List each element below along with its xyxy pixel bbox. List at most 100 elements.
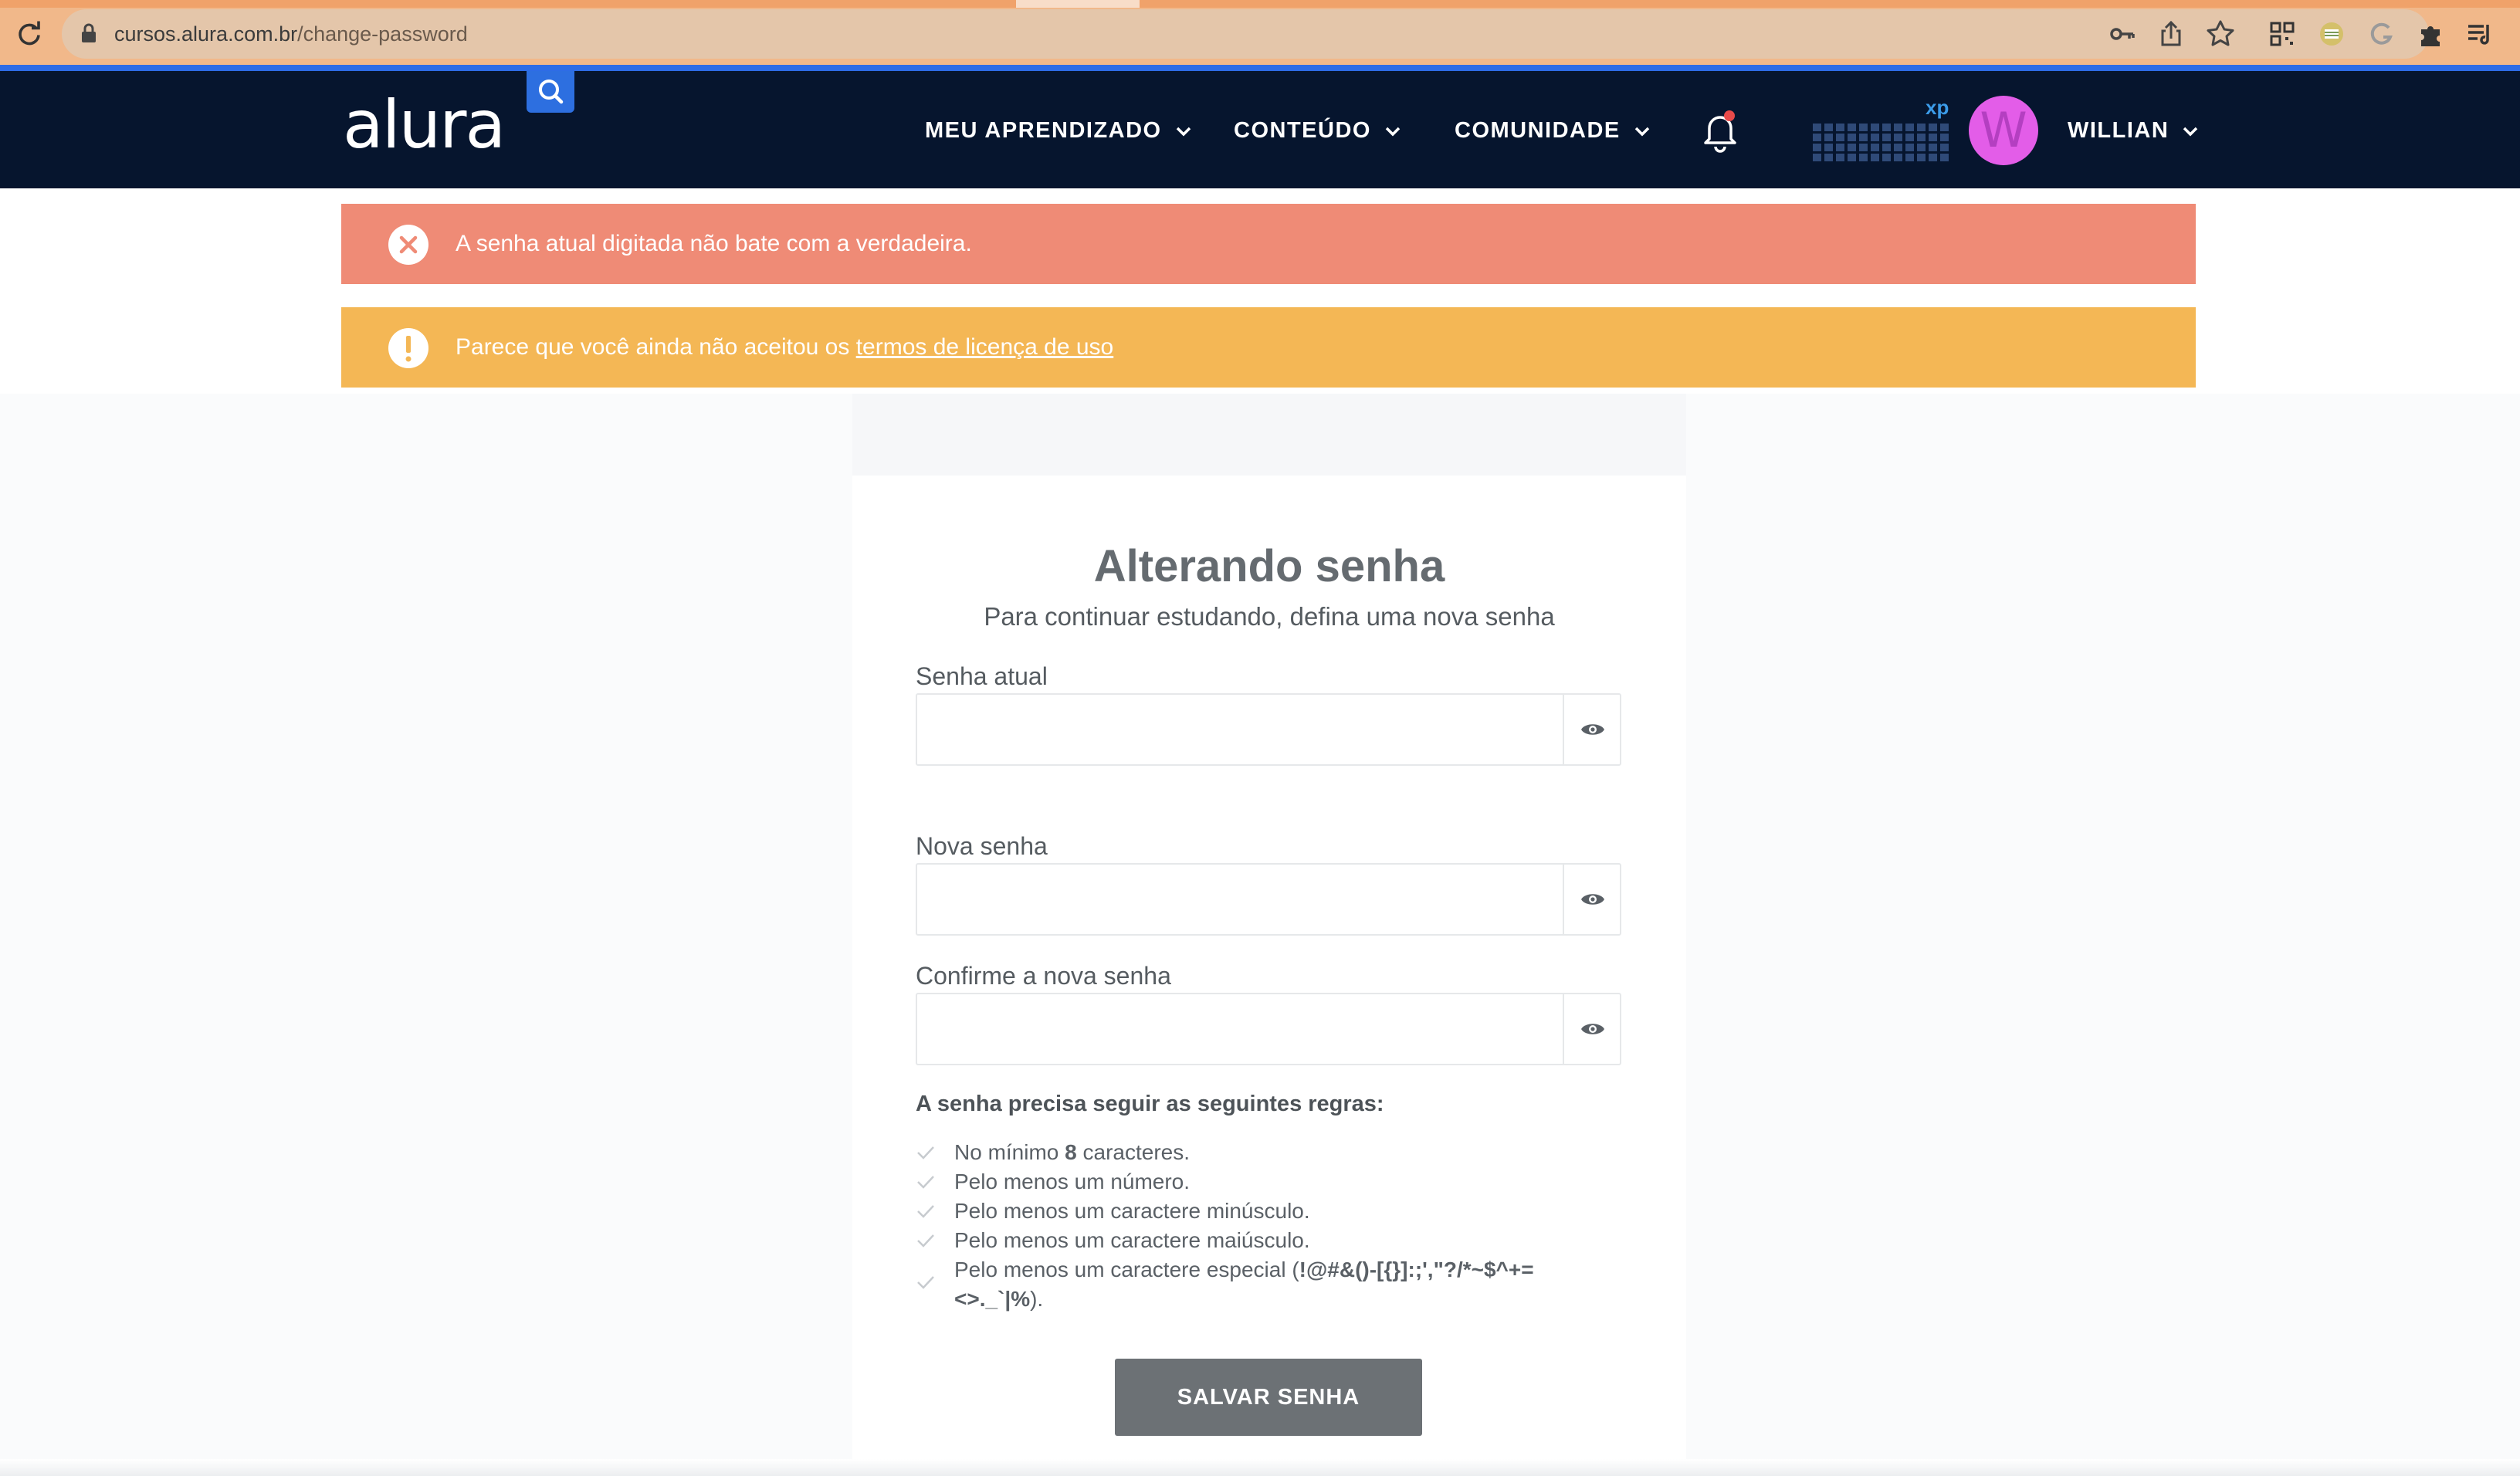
page-background	[0, 394, 852, 1476]
current-password-input[interactable]	[916, 693, 1621, 766]
nav-label: CONTEÚDO	[1234, 118, 1371, 143]
xp-cell	[1871, 134, 1879, 141]
xp-cell	[1813, 144, 1821, 151]
xp-cell	[1824, 154, 1833, 161]
rule-text: Pelo menos um caractere minúsculo.	[954, 1199, 1310, 1223]
xp-cell	[1836, 154, 1844, 161]
page-background	[1686, 394, 2520, 1476]
xp-cell	[1929, 154, 1937, 161]
toggle-current-password-button[interactable]	[1563, 693, 1621, 766]
new-password-input[interactable]	[916, 863, 1621, 936]
password-rules-title: A senha precisa seguir as seguintes regr…	[916, 1092, 1384, 1116]
xp-cell	[1882, 124, 1891, 131]
xp-cell	[1917, 154, 1926, 161]
warning-alert-text: Parece que você ainda não aceitou os ter…	[456, 307, 1113, 388]
confirm-password-input[interactable]	[916, 993, 1621, 1065]
xp-cell	[1871, 144, 1879, 151]
xp-cell	[1836, 134, 1844, 141]
url-text[interactable]: cursos.alura.com.br/change-password	[114, 19, 468, 49]
rule-text: Pelo menos um número.	[954, 1170, 1191, 1193]
eye-icon	[1581, 1024, 1604, 1034]
close-circle-icon	[388, 225, 428, 265]
toggle-new-password-button[interactable]	[1563, 863, 1621, 936]
chevron-down-icon	[1385, 127, 1401, 137]
xp-cell	[1871, 124, 1879, 131]
xp-cell	[1929, 124, 1937, 131]
key-icon[interactable]	[2106, 19, 2137, 49]
error-alert: A senha atual digitada não bate com a ve…	[341, 204, 2196, 284]
xp-cell	[1894, 144, 1902, 151]
rule-special-chars: !@#&()-[{}]:;',"?/*~$^+=	[1299, 1258, 1534, 1281]
xp-cell	[1882, 134, 1891, 141]
xp-cell	[1813, 124, 1821, 131]
check-icon	[917, 1276, 934, 1289]
lock-icon	[82, 23, 96, 42]
rule-special-chars: <>._`|%	[954, 1287, 1031, 1311]
xp-cell	[1905, 144, 1914, 151]
error-alert-text: A senha atual digitada não bate com a ve…	[456, 231, 972, 256]
qr-extension-icon[interactable]	[2267, 19, 2298, 49]
check-icon	[917, 1234, 934, 1247]
reading-list-icon[interactable]	[2464, 19, 2495, 49]
search-button[interactable]	[527, 71, 574, 113]
page-title: Alterando senha	[1093, 541, 1445, 591]
bookmark-star-icon[interactable]	[2205, 19, 2236, 49]
confirm-password-label: Confirme a nova senha	[916, 962, 1171, 990]
xp-cell	[1905, 134, 1914, 141]
xp-cell	[1917, 144, 1926, 151]
rule-text: caracteres.	[1076, 1140, 1191, 1164]
browser-tab-strip	[0, 0, 2520, 8]
reload-icon[interactable]	[15, 20, 43, 48]
nav-meu-aprendizado[interactable]: MEU APRENDIZADO	[925, 110, 1194, 151]
xp-label: xp	[1926, 96, 1949, 119]
grammar-extension-icon[interactable]	[2366, 19, 2396, 49]
chevron-down-icon	[1634, 127, 1650, 137]
xp-cell	[1824, 124, 1833, 131]
rule-text: Pelo menos um caractere especial (	[954, 1258, 1299, 1281]
xp-cell	[1917, 124, 1926, 131]
nav-label: COMUNIDADE	[1455, 118, 1621, 143]
save-password-button[interactable]: SALVAR SENHA	[1115, 1359, 1422, 1436]
warning-text: Parece que você ainda não aceitou os	[456, 334, 856, 360]
xp-cell	[1940, 144, 1949, 151]
xp-cell	[1905, 154, 1914, 161]
search-icon	[539, 80, 564, 104]
xp-cell	[1882, 154, 1891, 161]
toggle-confirm-password-button[interactable]	[1563, 993, 1621, 1065]
exclamation-circle-icon	[388, 328, 428, 368]
check-icon	[917, 1176, 934, 1189]
xp-cell	[1940, 154, 1949, 161]
user-menu[interactable]: WILLIAN	[2068, 110, 2201, 151]
rule-text: ).	[1030, 1287, 1044, 1311]
page-subtitle: Para continuar estudando, defina uma nov…	[984, 602, 1555, 631]
xp-cell	[1836, 124, 1844, 131]
xp-cell	[1940, 134, 1949, 141]
xp-cell	[1882, 144, 1891, 151]
license-terms-link[interactable]: termos de licença de uso	[856, 334, 1114, 360]
xp-cell	[1859, 124, 1868, 131]
user-name-label: WILLIAN	[2068, 118, 2169, 143]
xp-cell	[1813, 154, 1821, 161]
nav-label: MEU APRENDIZADO	[925, 118, 1162, 143]
xp-cell	[1905, 124, 1914, 131]
extensions-puzzle-icon[interactable]	[2415, 19, 2446, 49]
xp-cell	[1836, 144, 1844, 151]
bell-icon[interactable]	[1699, 107, 1742, 154]
nav-comunidade[interactable]: COMUNIDADE	[1455, 110, 1653, 151]
rule-min-count: 8	[1065, 1140, 1077, 1164]
reader-extension-icon[interactable]	[2316, 19, 2347, 49]
nav-conteudo[interactable]: CONTEÚDO	[1234, 110, 1404, 151]
xp-cell	[1940, 124, 1949, 131]
share-icon[interactable]	[2156, 19, 2186, 49]
card-header-strip	[852, 394, 1686, 476]
xp-cell	[1824, 144, 1833, 151]
warning-alert: Parece que você ainda não aceitou os ter…	[341, 307, 2196, 388]
xp-cell	[1894, 154, 1902, 161]
xp-cell	[1848, 134, 1856, 141]
xp-progress-grid	[1813, 124, 1949, 161]
avatar[interactable]: W	[1969, 96, 2038, 165]
xp-cell	[1917, 134, 1926, 141]
alura-logo[interactable]: alura	[343, 86, 506, 164]
xp-cell	[1894, 124, 1902, 131]
xp-cell	[1859, 144, 1868, 151]
